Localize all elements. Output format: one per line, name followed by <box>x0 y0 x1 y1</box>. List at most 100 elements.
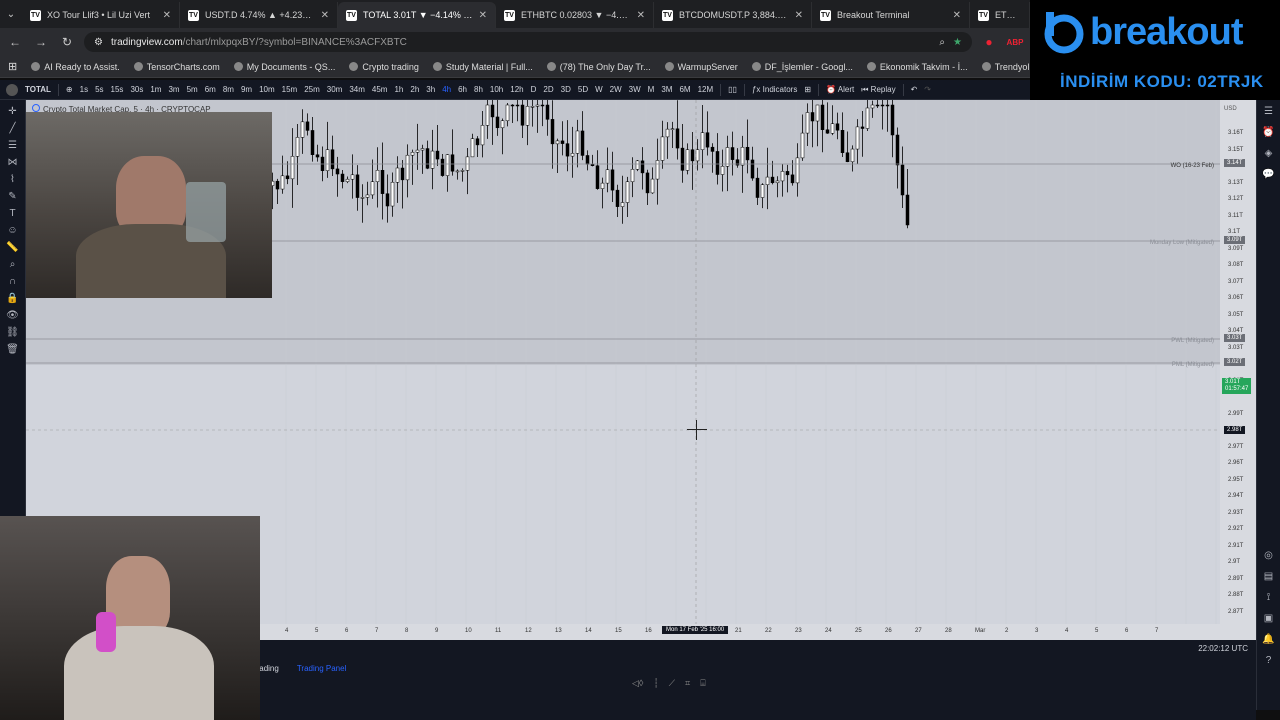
timeframe-10h[interactable]: 10h <box>490 85 503 94</box>
tab-close-icon[interactable]: ✕ <box>479 10 487 21</box>
browser-tab[interactable]: TV USDT.D 4.74% ▲ +4.23% Likog ✕ <box>180 2 338 28</box>
trendline-tool-icon[interactable]: ╱ <box>9 123 15 134</box>
timeframe-D[interactable]: D <box>531 85 537 94</box>
timeframe-2D[interactable]: 2D <box>543 85 553 94</box>
bookmark-item[interactable]: WarmupServer <box>664 62 738 72</box>
ray-icon[interactable]: ⟋ <box>669 678 675 689</box>
zoom-tool-icon[interactable]: ⌕ <box>10 259 16 270</box>
pattern-tool-icon[interactable]: ⋈ <box>8 157 18 168</box>
indicators-button[interactable]: ƒx Indicators <box>752 85 797 94</box>
tab-close-icon[interactable]: ✕ <box>953 10 961 21</box>
layout-icon[interactable]: ⊞ <box>804 85 811 94</box>
vertical-line-icon[interactable]: ┆ <box>653 678 658 689</box>
chart-type-icon[interactable]: ▯▯ <box>728 85 737 94</box>
browser-tab[interactable]: TV TOTAL 3.01T ▼ −4.14% Likogl ✕ <box>338 2 496 28</box>
timeframe-2h[interactable]: 2h <box>410 85 419 94</box>
timeframe-8m[interactable]: 8m <box>223 85 234 94</box>
bookmark-item[interactable]: DF_İşlemler - Googl... <box>751 62 853 72</box>
browser-tab[interactable]: TV Breakout Terminal ✕ <box>812 2 970 28</box>
layout-panel-icon[interactable]: ▣ <box>1264 613 1273 624</box>
timeframe-9m[interactable]: 9m <box>241 85 252 94</box>
timeframe-6M[interactable]: 6M <box>679 85 690 94</box>
timeframe-4h[interactable]: 4h <box>442 85 451 94</box>
symbol-search[interactable]: TOTAL <box>25 85 51 94</box>
bookmark-item[interactable]: Ekonomik Takvim - İ... <box>866 62 968 72</box>
bookmark-star-icon[interactable]: ★ <box>953 37 962 48</box>
bookmark-item[interactable]: AI Ready to Assist. <box>31 62 120 72</box>
timeframe-5m[interactable]: 5m <box>187 85 198 94</box>
timeframe-34m[interactable]: 34m <box>349 85 365 94</box>
timeframe-12h[interactable]: 12h <box>510 85 523 94</box>
magnet-tool-icon[interactable]: ∩ <box>9 276 16 287</box>
timeframe-3M[interactable]: 3M <box>661 85 672 94</box>
timeframe-45m[interactable]: 45m <box>372 85 388 94</box>
redo-icon[interactable]: ↷ <box>924 85 931 94</box>
timeframe-3m[interactable]: 3m <box>168 85 179 94</box>
timeframe-8h[interactable]: 8h <box>474 85 483 94</box>
user-avatar[interactable] <box>6 83 18 96</box>
help-icon[interactable]: ? <box>1266 655 1272 666</box>
timeframe-M[interactable]: M <box>648 85 655 94</box>
bookmark-item[interactable]: Study Material | Full... <box>432 62 533 72</box>
layers-icon[interactable]: ◈ <box>1265 148 1273 159</box>
brush-tool-icon[interactable]: ✎ <box>8 191 16 202</box>
bookmark-item[interactable]: My Documents - QS... <box>233 62 335 72</box>
timeframe-25m[interactable]: 25m <box>304 85 320 94</box>
alert-button[interactable]: ⏰ Alert <box>826 85 854 94</box>
chat-icon[interactable]: 💬 <box>1262 169 1274 180</box>
link-tool-icon[interactable]: ⛓ <box>6 327 19 338</box>
timeframe-3D[interactable]: 3D <box>561 85 571 94</box>
zoom-icon[interactable]: ⌕ <box>939 37 945 48</box>
calendar-icon[interactable]: ▤ <box>1264 571 1273 582</box>
browser-tab[interactable]: TV BTCDOMUSDT.P 3,884.5 ▲ +5. ✕ <box>654 2 812 28</box>
timeframe-5s[interactable]: 5s <box>95 85 103 94</box>
timeframe-15m[interactable]: 15m <box>282 85 298 94</box>
timeframe-1s[interactable]: 1s <box>80 85 88 94</box>
browser-tab[interactable]: TV ETHUSDT <box>970 2 1030 28</box>
lock-tool-icon[interactable]: 🔒 <box>6 293 18 304</box>
site-info-icon[interactable]: ⚙ <box>94 37 103 48</box>
timeframe-6h[interactable]: 6h <box>458 85 467 94</box>
timeframe-1m[interactable]: 1m <box>150 85 161 94</box>
tab-close-icon[interactable]: ✕ <box>163 10 171 21</box>
eye-tool-icon[interactable]: 👁 <box>6 310 19 321</box>
timeframe-15s[interactable]: 15s <box>111 85 124 94</box>
trash-tool-icon[interactable]: 🗑 <box>6 344 19 355</box>
timeframe-30s[interactable]: 30s <box>130 85 143 94</box>
tab-trading-panel[interactable]: Trading Panel <box>297 664 347 673</box>
tab-close-icon[interactable]: ✕ <box>637 10 645 21</box>
add-symbol-icon[interactable]: ⊕ <box>66 85 73 94</box>
measure-icon[interactable]: ◁◊ <box>632 678 643 689</box>
url-input[interactable]: ⚙ tradingview.com/chart/mlxpqxBY/?symbol… <box>84 32 972 52</box>
bookmark-item[interactable]: TensorCharts.com <box>133 62 220 72</box>
tab-close-icon[interactable]: ✕ <box>321 10 329 21</box>
forward-icon[interactable]: → <box>32 35 50 49</box>
timeframe-2W[interactable]: 2W <box>610 85 622 94</box>
abp-extension-icon[interactable]: ABP <box>1006 38 1024 47</box>
bookmark-item[interactable]: Trendyol Süper Lig... <box>981 62 1030 72</box>
emoji-tool-icon[interactable]: ☺ <box>7 225 17 236</box>
signals-icon[interactable]: ⟟ <box>1267 592 1271 603</box>
text-tool-icon[interactable]: T <box>9 208 15 219</box>
notifications-icon[interactable]: 🔔 <box>1262 634 1274 645</box>
timeframe-6m[interactable]: 6m <box>205 85 216 94</box>
price-scale[interactable]: USD 3.16T3.15T3.14T3.13T3.12T3.11T3.1T3.… <box>1220 100 1256 640</box>
watchlist-icon[interactable]: ☰ <box>1264 106 1273 117</box>
timeframe-12M[interactable]: 12M <box>698 85 714 94</box>
timeframe-W[interactable]: W <box>595 85 603 94</box>
extension-icon[interactable]: ● <box>980 35 998 49</box>
ruler-tool-icon[interactable]: 📏 <box>6 242 18 253</box>
undo-icon[interactable]: ↶ <box>911 85 918 94</box>
cross-line-icon[interactable]: ⌗ <box>685 678 690 689</box>
projection-tool-icon[interactable]: ⌇ <box>10 174 15 185</box>
reload-icon[interactable]: ↻ <box>58 35 76 49</box>
tab-close-icon[interactable]: ✕ <box>795 10 803 21</box>
timeframe-3h[interactable]: 3h <box>426 85 435 94</box>
timeframe-10m[interactable]: 10m <box>259 85 275 94</box>
fib-tool-icon[interactable]: ☰ <box>8 140 17 151</box>
timeframe-3W[interactable]: 3W <box>629 85 641 94</box>
alerts-icon[interactable]: ⏰ <box>1262 127 1274 138</box>
browser-tab[interactable]: TV ETHBTC 0.02803 ▼ −4.3% Likog ✕ <box>496 2 654 28</box>
timeframe-30m[interactable]: 30m <box>327 85 343 94</box>
timeframe-5D[interactable]: 5D <box>578 85 588 94</box>
